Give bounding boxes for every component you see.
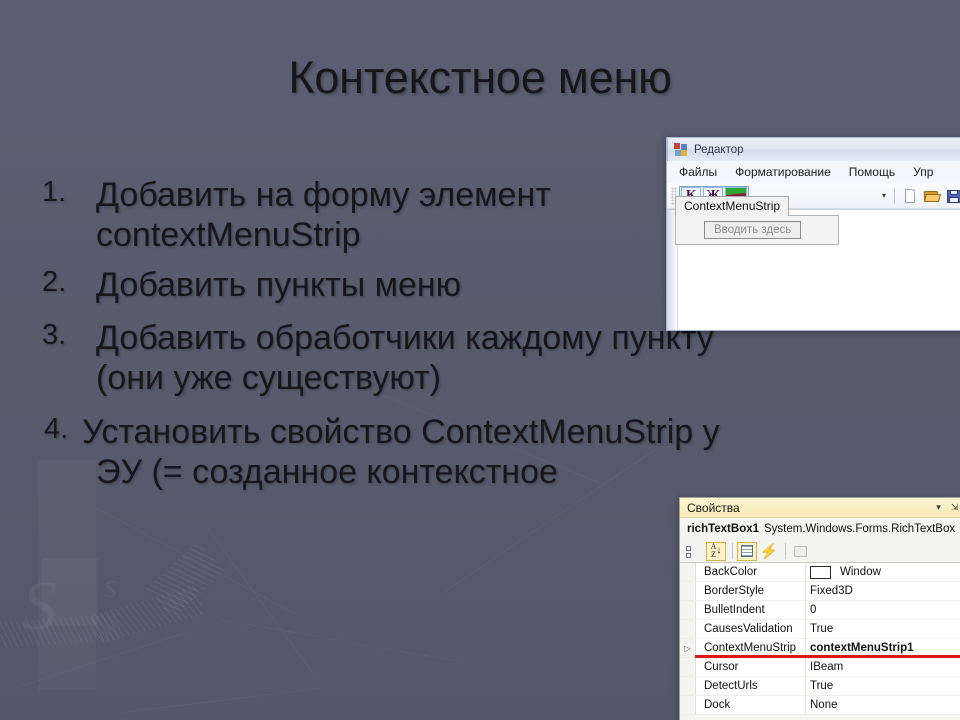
- property-value[interactable]: IBeam: [805, 657, 960, 677]
- property-value[interactable]: Window: [805, 562, 960, 582]
- color-swatch-icon[interactable]: [810, 565, 831, 579]
- property-value[interactable]: True: [805, 676, 960, 696]
- table-row[interactable]: BorderStyle Fixed3D: [680, 581, 960, 601]
- editor-canvas[interactable]: ContextMenuStrip Вводить здесь: [667, 196, 960, 330]
- app-form-icon: [674, 142, 688, 157]
- watermark-line: [93, 506, 297, 615]
- row-expander-icon[interactable]: ▷: [680, 644, 695, 653]
- table-row[interactable]: Cursor IBeam: [680, 657, 960, 677]
- editor-titlebar[interactable]: Редактор: [667, 137, 960, 161]
- toolstrip-separator: [894, 187, 895, 204]
- editor-window[interactable]: Редактор Файлы Форматирование Помощь Упр…: [666, 137, 960, 331]
- list-item-number: 4.: [44, 412, 69, 445]
- page-title: Контекстное меню: [288, 52, 672, 103]
- list-item-number: 2.: [42, 265, 67, 298]
- menu-item-files[interactable]: Файлы: [679, 165, 717, 179]
- categorized-button[interactable]: [684, 542, 704, 561]
- watermark-letter: S: [22, 572, 57, 642]
- chevron-down-icon[interactable]: ▾: [878, 187, 890, 205]
- events-button[interactable]: ⚡: [759, 542, 779, 561]
- open-folder-icon[interactable]: [922, 187, 942, 205]
- list-item-line: Установить свойство ContextMenuStrip у: [82, 412, 720, 451]
- properties-window[interactable]: Свойства ▾ ⇲ richTextBox1 System.Windows…: [679, 497, 960, 720]
- property-value[interactable]: contextMenuStrip1: [805, 638, 960, 658]
- property-value[interactable]: None: [805, 695, 960, 715]
- property-name: DetectUrls: [704, 680, 758, 692]
- menu-item-help[interactable]: Помощь: [849, 165, 895, 179]
- list-item: 3. Добавить обработчики каждому пункту (…: [34, 319, 914, 399]
- editor-title: Редактор: [694, 143, 744, 156]
- property-name: BorderStyle: [704, 585, 765, 597]
- watermark-letter: s: [104, 570, 117, 604]
- chevron-down-icon[interactable]: ▾: [932, 501, 945, 515]
- watermark-line: [221, 619, 459, 662]
- watermark-hatch: [145, 541, 225, 619]
- properties-button[interactable]: [737, 541, 757, 561]
- contextmenustrip-body[interactable]: Вводить здесь: [675, 215, 839, 245]
- contextmenustrip-tab[interactable]: ContextMenuStrip: [675, 196, 790, 216]
- watermark-block: [42, 558, 98, 626]
- properties-toolbar[interactable]: A Z ↓ ⚡: [680, 540, 960, 563]
- new-file-icon[interactable]: [900, 187, 920, 205]
- property-value[interactable]: True: [805, 619, 960, 639]
- list-item-line: (они уже существуют): [96, 359, 441, 398]
- watermark-line: [120, 687, 320, 714]
- watermark-hatch: [0, 613, 121, 649]
- list-item: 4. Установить свойство ContextMenuStrip …: [34, 413, 914, 493]
- property-name: CausesValidation: [704, 623, 793, 635]
- properties-titlebar[interactable]: Свойства ▾ ⇲: [680, 498, 960, 518]
- watermark-line: [14, 632, 186, 689]
- table-row[interactable]: BulletIndent 0: [680, 600, 960, 620]
- watermark-line: [206, 527, 314, 674]
- table-row[interactable]: CausesValidation True: [680, 619, 960, 639]
- property-value-text: Window: [840, 566, 881, 578]
- save-icon[interactable]: [944, 187, 960, 205]
- table-row-contextmenustrip[interactable]: ▷ ContextMenuStrip contextMenuStrip1: [680, 638, 960, 658]
- toolbar-separator: [732, 543, 733, 559]
- menu-item-formatting[interactable]: Форматирование: [735, 165, 831, 179]
- list-item-line: ЭУ (= созданное контекстное: [96, 452, 558, 491]
- list-item-number: 3.: [42, 319, 67, 352]
- list-item-text: Добавить обработчики каждому пункту (они…: [96, 319, 914, 399]
- table-row[interactable]: Dock None: [680, 695, 960, 715]
- property-name: BulletIndent: [704, 604, 765, 616]
- contextmenustrip-designer[interactable]: ContextMenuStrip Вводить здесь: [675, 196, 839, 245]
- toolbar-separator: [785, 543, 786, 559]
- list-item-text: Установить свойство ContextMenuStrip у Э…: [82, 413, 914, 493]
- alphabetical-sort-button[interactable]: A Z ↓: [706, 541, 726, 561]
- properties-object-name: richTextBox1: [687, 523, 760, 535]
- properties-title: Свойства: [687, 500, 740, 515]
- table-row[interactable]: DetectUrls True: [680, 676, 960, 696]
- properties-object-type: System.Windows.Forms.RichTextBox: [764, 523, 956, 535]
- pin-icon[interactable]: ⇲: [948, 501, 960, 515]
- watermark-hatch: [89, 585, 205, 645]
- property-name: BackColor: [704, 566, 758, 578]
- property-name: Cursor: [704, 661, 739, 673]
- type-here-placeholder[interactable]: Вводить здесь: [704, 221, 802, 239]
- property-value[interactable]: 0: [805, 600, 960, 620]
- list-item-number: 1.: [42, 176, 67, 208]
- properties-object-line: richTextBox1 System.Windows.Forms.RichTe…: [680, 518, 960, 540]
- properties-grid[interactable]: BackColor Window BorderStyle Fixed3D Bul…: [680, 562, 960, 715]
- property-name: ContextMenuStrip: [704, 642, 797, 654]
- property-pages-button: [790, 542, 810, 561]
- property-name: Dock: [704, 699, 731, 711]
- property-value[interactable]: Fixed3D: [805, 581, 960, 601]
- editor-menubar[interactable]: Файлы Форматирование Помощь Упр: [667, 161, 960, 183]
- table-row[interactable]: BackColor Window: [680, 562, 960, 582]
- menu-item-manage[interactable]: Упр: [913, 165, 933, 179]
